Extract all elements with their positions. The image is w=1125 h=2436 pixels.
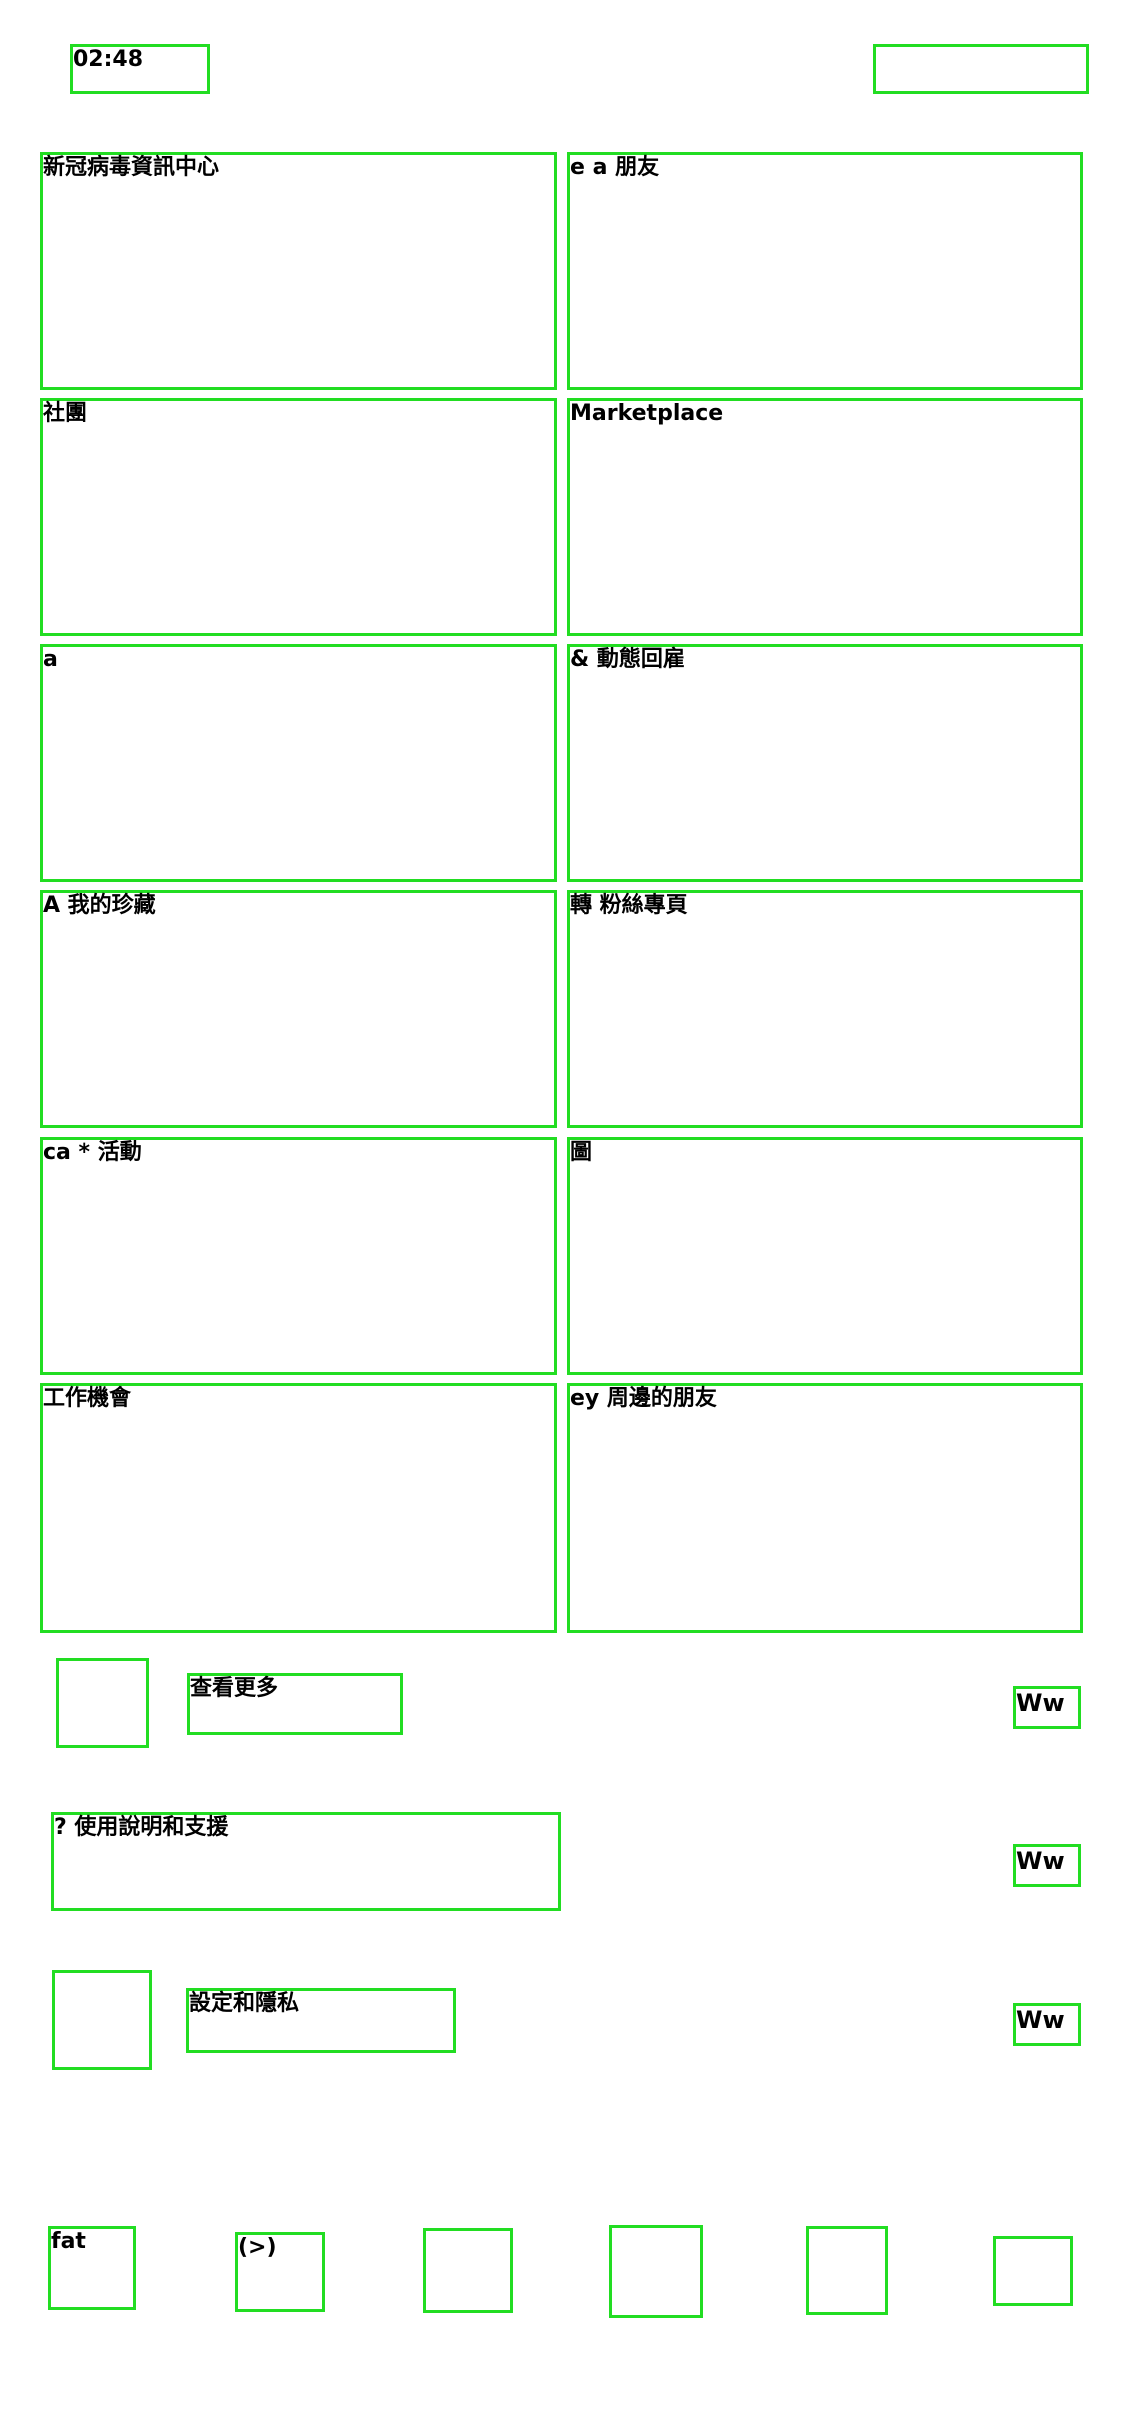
tile-label: 社團 (43, 401, 88, 426)
tile-label: a (43, 647, 58, 672)
nav-groups-icon[interactable] (423, 2228, 513, 2313)
nav-home-icon[interactable]: fat (48, 2226, 136, 2310)
tile-covid-info-center[interactable]: 新冠病毒資訊中心 (40, 152, 557, 390)
tile-label: & 動態回雇 (570, 647, 685, 672)
tile-label: Marketplace (570, 401, 724, 426)
tile-label: ey 周邊的朋友 (570, 1386, 717, 1411)
status-time: 02:48 (73, 47, 144, 72)
tile-gaming[interactable]: 圖 (567, 1137, 1083, 1375)
nav-home-label: fat (51, 2229, 86, 2254)
help-support-chevron-icon[interactable]: Ww (1013, 1844, 1081, 1887)
tile-marketplace[interactable]: Marketplace (567, 398, 1083, 636)
tile-pages[interactable]: 轉 粉絲專頁 (567, 890, 1083, 1128)
settings-privacy-label: 設定和隱私 (189, 1991, 300, 2016)
tile-nearby-friends[interactable]: ey 周邊的朋友 (567, 1383, 1083, 1633)
help-support-button[interactable]: ? 使用說明和支援 (51, 1812, 561, 1911)
nav-notifications-icon[interactable] (806, 2226, 888, 2315)
tile-label: 圖 (570, 1140, 593, 1165)
status-icons-box (873, 44, 1089, 94)
tile-label: 轉 粉絲專頁 (570, 893, 688, 918)
chevron-down-icon: Ww (1016, 1689, 1065, 1717)
nav-menu-icon[interactable] (993, 2236, 1073, 2306)
tile-jobs[interactable]: 工作機會 (40, 1383, 557, 1633)
settings-icon (52, 1970, 152, 2070)
chevron-down-icon: Ww (1016, 1847, 1065, 1875)
see-more-icon (56, 1658, 149, 1748)
nav-profile-icon[interactable] (609, 2225, 703, 2318)
see-more-button[interactable]: 查看更多 (187, 1673, 403, 1735)
tile-label: ca * 活動 (43, 1140, 142, 1165)
tile-label: 工作機會 (43, 1386, 132, 1411)
tile-memories[interactable]: & 動態回雇 (567, 644, 1083, 882)
help-support-label: ? 使用說明和支援 (54, 1815, 229, 1840)
see-more-label: 查看更多 (190, 1676, 279, 1701)
settings-privacy-button[interactable]: 設定和隱私 (186, 1988, 456, 2053)
see-more-chevron-icon[interactable]: Ww (1013, 1686, 1081, 1729)
tile-groups[interactable]: 社團 (40, 398, 557, 636)
settings-privacy-chevron-icon[interactable]: Ww (1013, 2003, 1081, 2046)
status-time-box: 02:48 (70, 44, 210, 94)
tile-label: 新冠病毒資訊中心 (43, 155, 220, 180)
tile-label: A 我的珍藏 (43, 893, 156, 918)
nav-watch-icon[interactable]: (>) (235, 2232, 325, 2312)
tile-saved[interactable]: A 我的珍藏 (40, 890, 557, 1128)
nav-watch-label: (>) (238, 2235, 277, 2260)
tile-events[interactable]: ca * 活動 (40, 1137, 557, 1375)
tile-label: e a 朋友 (570, 155, 660, 180)
chevron-down-icon: Ww (1016, 2006, 1065, 2034)
tile-friends[interactable]: e a 朋友 (567, 152, 1083, 390)
tile-watch[interactable]: a (40, 644, 557, 882)
